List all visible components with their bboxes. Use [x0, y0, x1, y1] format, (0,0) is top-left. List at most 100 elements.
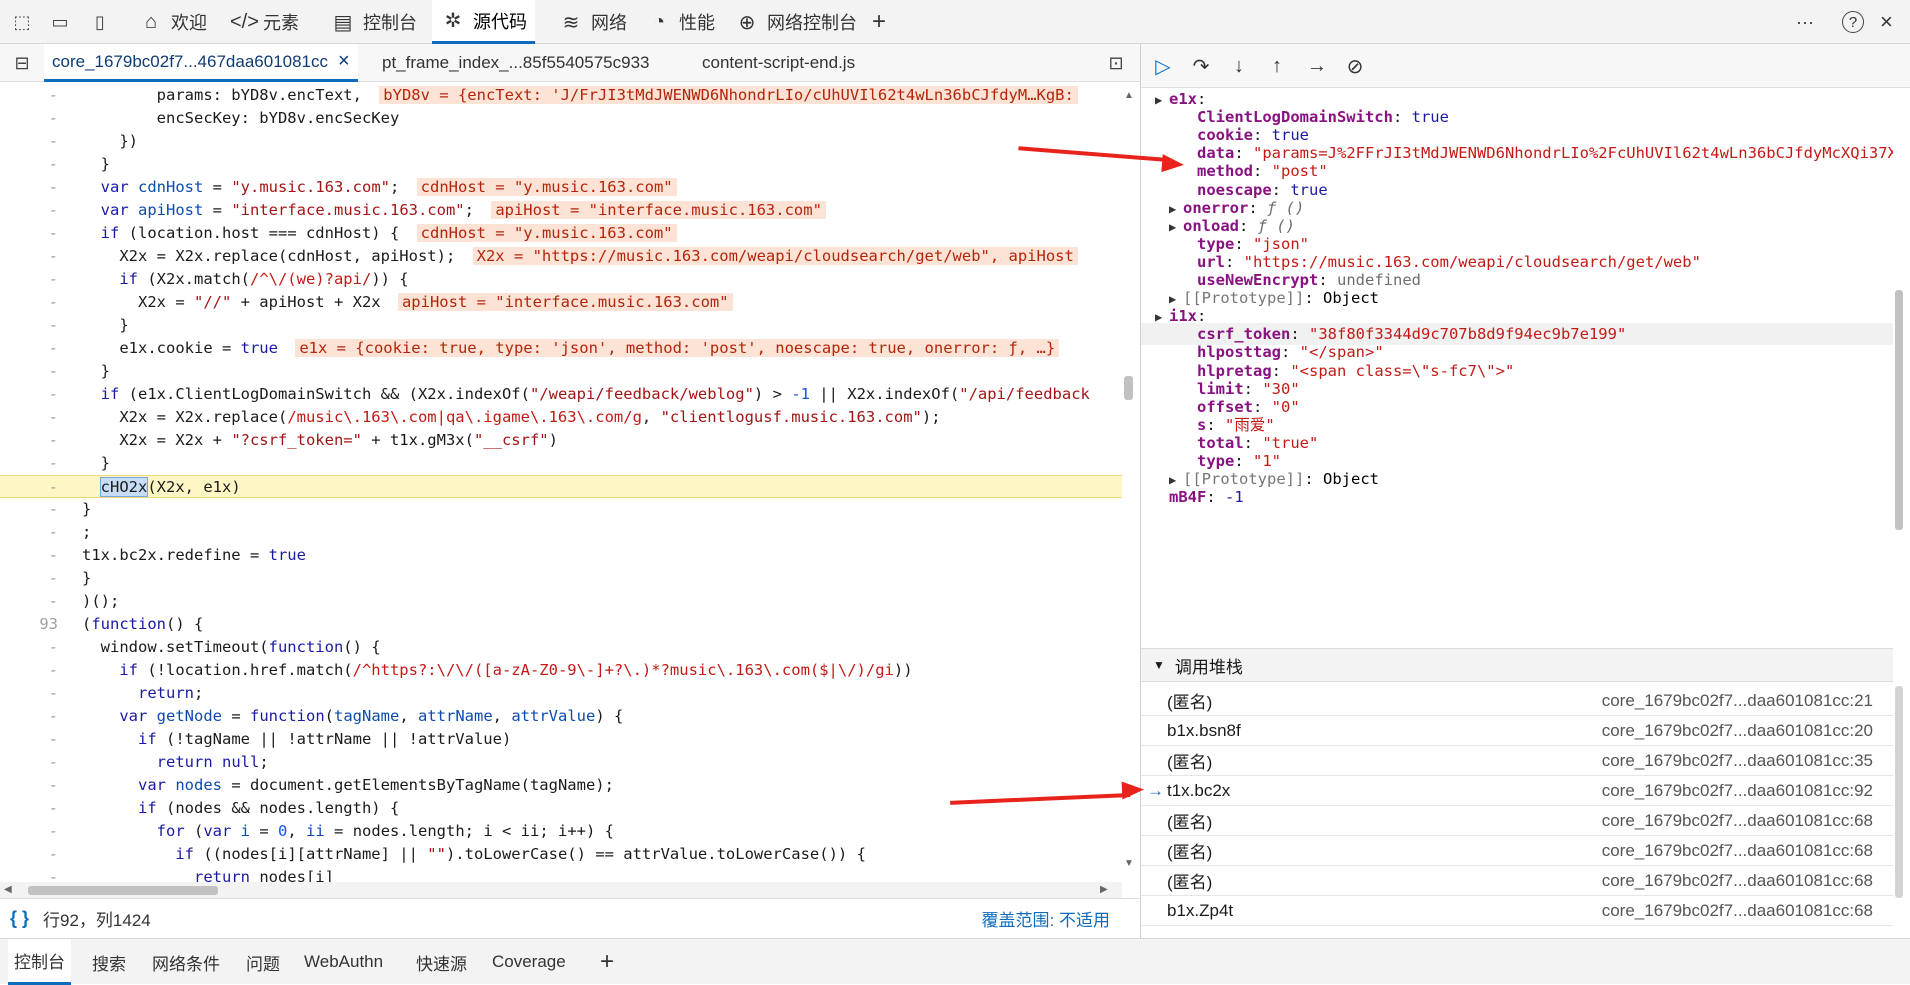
- code-line[interactable]: - t1x.bc2x.redefine = true: [0, 544, 1122, 567]
- scope-property-mb4f[interactable]: mB4F: -1: [1141, 486, 1893, 508]
- call-frame[interactable]: (匿名) core_1679bc02f7...daa601081cc:68: [1141, 836, 1893, 866]
- line-number[interactable]: -: [0, 84, 58, 107]
- step-out-icon[interactable]: ↑: [1263, 52, 1291, 80]
- line-number[interactable]: -: [0, 820, 58, 843]
- inspect-element-icon[interactable]: ⬚: [10, 10, 34, 34]
- callstack-scrollbar[interactable]: [1895, 686, 1903, 898]
- more-options-button[interactable]: ···: [1788, 0, 1822, 44]
- call-frame[interactable]: (匿名) core_1679bc02f7...daa601081cc:35: [1141, 746, 1893, 776]
- coverage-status[interactable]: 覆盖范围: 不适用: [982, 906, 1110, 931]
- help-button[interactable]: ?: [1834, 0, 1872, 44]
- scroll-up-icon[interactable]: ▲: [1124, 90, 1134, 101]
- line-number[interactable]: -: [0, 199, 58, 222]
- line-number[interactable]: 93: [0, 613, 58, 636]
- code-line[interactable]: - if ((nodes[i][attrName] || "").toLower…: [0, 843, 1122, 866]
- code-line[interactable]: - if (!tagName || !attrName || !attrValu…: [0, 728, 1122, 751]
- line-number[interactable]: -: [0, 659, 58, 682]
- tab-sources[interactable]: ✲ 源代码: [432, 0, 535, 44]
- call-frame[interactable]: → t1x.bc2x core_1679bc02f7...daa601081cc:9…: [1141, 776, 1893, 806]
- drawer-tab-2[interactable]: 网络条件: [146, 939, 226, 985]
- line-number[interactable]: -: [0, 636, 58, 659]
- code-line[interactable]: - X2x = X2x.replace(/music\.163\.com|qa\…: [0, 406, 1122, 429]
- line-number[interactable]: -: [0, 176, 58, 199]
- line-number[interactable]: -: [0, 682, 58, 705]
- horizontal-scrollbar-thumb[interactable]: [28, 886, 218, 895]
- drawer-tab-4[interactable]: WebAuthn: [298, 939, 389, 985]
- code-line[interactable]: 93 (function() {: [0, 613, 1122, 636]
- sidebar-toggle-icon[interactable]: ⊡: [1104, 51, 1128, 75]
- close-icon[interactable]: ×: [338, 50, 350, 73]
- file-tab-content-script[interactable]: content-script-end.js: [694, 44, 863, 82]
- code-line[interactable]: - }: [0, 452, 1122, 475]
- call-frame[interactable]: (匿名) core_1679bc02f7...daa601081cc:68: [1141, 866, 1893, 896]
- line-number[interactable]: -: [0, 452, 58, 475]
- line-number[interactable]: -: [0, 245, 58, 268]
- sidebar-toggle-icon[interactable]: ▯: [88, 10, 112, 34]
- frame-location[interactable]: core_1679bc02f7...daa601081cc:68: [1602, 901, 1873, 921]
- file-tab-core[interactable]: core_1679bc02f7...467daa601081cc ×: [44, 44, 358, 82]
- code-line[interactable]: - if (!location.href.match(/^https?:\/\/…: [0, 659, 1122, 682]
- drawer-tab-3[interactable]: 问题: [240, 939, 286, 985]
- line-number[interactable]: -: [0, 337, 58, 360]
- line-number[interactable]: -: [0, 107, 58, 130]
- frame-location[interactable]: core_1679bc02f7...daa601081cc:35: [1602, 751, 1873, 771]
- code-line[interactable]: - }: [0, 314, 1122, 337]
- frame-location[interactable]: core_1679bc02f7...daa601081cc:68: [1602, 871, 1873, 891]
- code-editor[interactable]: - params: bYD8v.encText, bYD8v = {encTex…: [0, 82, 1122, 882]
- line-number[interactable]: -: [0, 498, 58, 521]
- frame-location[interactable]: core_1679bc02f7...daa601081cc:68: [1602, 811, 1873, 831]
- line-number[interactable]: -: [0, 705, 58, 728]
- code-line[interactable]: - if (e1x.ClientLogDomainSwitch && (X2x.…: [0, 383, 1122, 406]
- code-line[interactable]: - X2x = X2x + "?csrf_token=" + t1x.gM3x(…: [0, 429, 1122, 452]
- code-line[interactable]: - e1x.cookie = true e1x = {cookie: true,…: [0, 337, 1122, 360]
- code-line[interactable]: - cHO2x(X2x, e1x): [0, 475, 1122, 498]
- line-number[interactable]: -: [0, 360, 58, 383]
- call-frame[interactable]: b1x.Zp4t core_1679bc02f7...daa601081cc:68: [1141, 896, 1893, 926]
- line-number[interactable]: -: [0, 429, 58, 452]
- navigator-toggle-icon[interactable]: ⊟: [10, 51, 34, 75]
- code-line[interactable]: - var cdnHost = "y.music.163.com"; cdnHo…: [0, 176, 1122, 199]
- line-number[interactable]: -: [0, 476, 58, 499]
- scope-scrollbar-thumb[interactable]: [1895, 290, 1903, 530]
- call-frame[interactable]: b1x.bsn8f core_1679bc02f7...daa601081cc:2…: [1141, 716, 1893, 746]
- frame-location[interactable]: core_1679bc02f7...daa601081cc:68: [1602, 841, 1873, 861]
- line-number[interactable]: -: [0, 567, 58, 590]
- frame-location[interactable]: core_1679bc02f7...daa601081cc:20: [1602, 721, 1873, 741]
- line-number[interactable]: -: [0, 728, 58, 751]
- code-line[interactable]: - if (location.host === cdnHost) { cdnHo…: [0, 222, 1122, 245]
- step-over-icon[interactable]: ↷: [1187, 52, 1215, 80]
- line-number[interactable]: -: [0, 774, 58, 797]
- code-line[interactable]: - var nodes = document.getElementsByTagN…: [0, 774, 1122, 797]
- scroll-left-icon[interactable]: ◀: [4, 884, 12, 895]
- code-line[interactable]: - if (X2x.match(/^\/(we)?api/)) {: [0, 268, 1122, 291]
- tab-welcome[interactable]: ⌂ 欢迎: [130, 0, 215, 44]
- deactivate-breakpoints-icon[interactable]: ⊘: [1341, 52, 1369, 80]
- tab-console[interactable]: ▤ 控制台: [322, 0, 425, 44]
- code-line[interactable]: - var apiHost = "interface.music.163.com…: [0, 199, 1122, 222]
- line-number[interactable]: -: [0, 130, 58, 153]
- file-tab-pt-frame[interactable]: pt_frame_index_...85f5540575c933: [374, 44, 657, 82]
- code-line[interactable]: - var getNode = function(tagName, attrNa…: [0, 705, 1122, 728]
- call-stack-header[interactable]: ▼ 调用堆栈: [1141, 648, 1893, 682]
- drawer-tab-0[interactable]: 控制台: [8, 939, 71, 985]
- line-number[interactable]: -: [0, 521, 58, 544]
- code-line[interactable]: - return null;: [0, 751, 1122, 774]
- line-number[interactable]: -: [0, 291, 58, 314]
- drawer-tab-1[interactable]: 搜索: [86, 939, 132, 985]
- code-line[interactable]: -}: [0, 498, 1122, 521]
- add-tab-button[interactable]: +: [864, 0, 894, 44]
- code-scrollbar-thumb[interactable]: [1124, 376, 1133, 400]
- device-emulation-icon[interactable]: ▭: [48, 10, 72, 34]
- drawer-tab-5[interactable]: 快速源: [410, 939, 473, 985]
- pretty-print-button[interactable]: { }: [10, 908, 29, 929]
- frame-location[interactable]: core_1679bc02f7...daa601081cc:92: [1602, 781, 1873, 801]
- line-number[interactable]: -: [0, 268, 58, 291]
- line-number[interactable]: -: [0, 222, 58, 245]
- code-line[interactable]: - return nodes[i]: [0, 866, 1122, 882]
- resume-icon[interactable]: ▷: [1149, 52, 1177, 80]
- code-line[interactable]: - params: bYD8v.encText, bYD8v = {encTex…: [0, 84, 1122, 107]
- step-into-icon[interactable]: ↓: [1225, 52, 1253, 80]
- close-devtools-button[interactable]: ×: [1872, 0, 1901, 44]
- frame-location[interactable]: core_1679bc02f7...daa601081cc:21: [1602, 691, 1873, 711]
- tab-network-console[interactable]: ⊕ 网络控制台: [726, 0, 865, 44]
